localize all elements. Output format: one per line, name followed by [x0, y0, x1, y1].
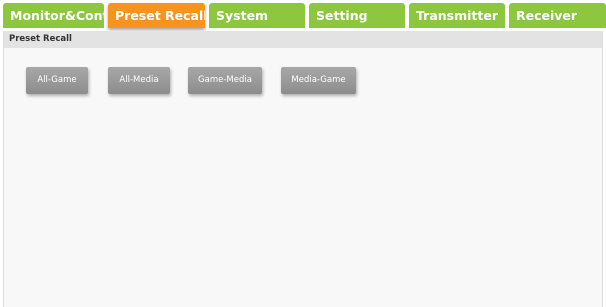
- preset-all-game-button[interactable]: All-Game: [26, 67, 88, 94]
- preset-game-media-button[interactable]: Game-Media: [188, 67, 262, 94]
- panel-title: Preset Recall: [4, 31, 602, 48]
- tab-monitor-control[interactable]: Monitor&Control: [3, 3, 104, 28]
- preset-all-media-button[interactable]: All-Media: [108, 67, 170, 94]
- tab-bar: Monitor&Control Preset Recall System Set…: [0, 0, 606, 28]
- app: Monitor&Control Preset Recall System Set…: [0, 0, 606, 307]
- tab-system[interactable]: System: [209, 3, 305, 28]
- preset-recall-panel: Preset Recall All-Game All-Media Game-Me…: [3, 31, 603, 307]
- preset-media-game-button[interactable]: Media-Game: [281, 67, 356, 94]
- tab-transmitter[interactable]: Transmitter: [409, 3, 505, 28]
- tab-receiver[interactable]: Receiver: [509, 3, 606, 28]
- tab-preset-recall[interactable]: Preset Recall: [108, 3, 205, 28]
- tab-setting[interactable]: Setting: [309, 3, 405, 28]
